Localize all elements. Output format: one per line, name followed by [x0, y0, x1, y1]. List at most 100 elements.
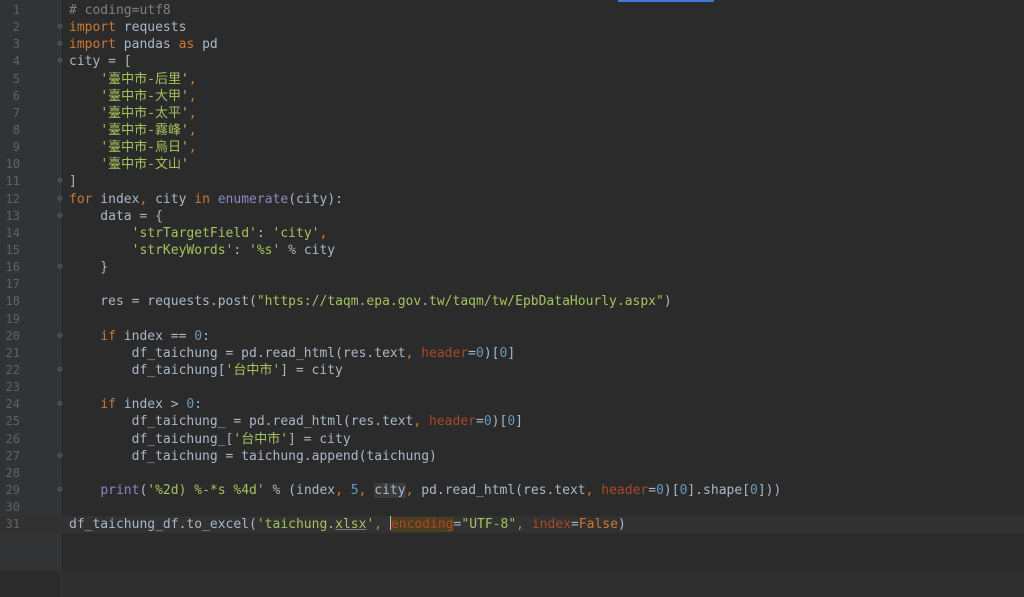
- code-line[interactable]: 14 'strTargetField': 'city',: [0, 225, 1024, 242]
- code-line[interactable]: 27 ⊖ df_taichung = taichung.append(taichu…: [0, 448, 1024, 465]
- code-text[interactable]: '臺中市-太平',: [69, 105, 196, 122]
- line-number: 13: [5, 208, 20, 223]
- code-text[interactable]: df_taichung = taichung.append(taichung): [69, 448, 437, 465]
- fold-marker-icon[interactable]: ⊖: [56, 57, 64, 66]
- code-text[interactable]: '臺中市-霧峰',: [69, 122, 196, 139]
- fold-marker-icon[interactable]: ⊖: [56, 263, 64, 272]
- line-number: 14: [5, 225, 20, 240]
- code-text[interactable]: df_taichung_ = pd.read_html(res.text, he…: [69, 413, 523, 430]
- code-token: ,: [188, 140, 197, 156]
- code-token: ]: [69, 174, 77, 190]
- code-token: :: [233, 242, 250, 258]
- code-line[interactable]: 22 ⊖ df_taichung['台中市'] = city: [0, 362, 1024, 379]
- code-token: '臺中市-文山': [100, 157, 189, 173]
- code-text[interactable]: if index == 0:: [69, 328, 210, 345]
- code-text[interactable]: df_taichung['台中市'] = city: [69, 362, 343, 379]
- code-line[interactable]: 20 ⊖ if index == 0:: [0, 328, 1024, 345]
- code-token: False: [578, 517, 618, 533]
- code-line[interactable]: 13 ⊖ data = {: [0, 208, 1024, 225]
- code-line[interactable]: 9 '臺中市-烏日',: [0, 139, 1024, 156]
- code-token: city = [: [69, 54, 132, 70]
- code-line[interactable]: 1 # coding=utf8: [0, 2, 1024, 19]
- code-text[interactable]: '臺中市-后里',: [69, 71, 196, 88]
- code-token: 0: [507, 414, 516, 430]
- code-text[interactable]: }: [69, 259, 108, 276]
- code-token: ): [663, 294, 672, 310]
- code-token: header: [421, 345, 469, 361]
- code-line[interactable]: 16 ⊖ }: [0, 259, 1024, 276]
- code-line[interactable]: 25 df_taichung_ = pd.read_html(res.text,…: [0, 413, 1024, 430]
- code-token: 'taichung.: [256, 517, 336, 533]
- code-line[interactable]: 4 ⊖ city = [: [0, 53, 1024, 70]
- code-line[interactable]: 11 ⊖]: [0, 173, 1024, 190]
- code-text[interactable]: ]: [69, 173, 77, 190]
- code-token: :: [202, 328, 210, 344]
- code-text[interactable]: if index > 0:: [69, 396, 202, 413]
- code-text[interactable]: df_taichung = pd.read_html(res.text, hea…: [69, 345, 516, 362]
- fold-marker-icon[interactable]: ⊖: [56, 365, 64, 375]
- code-text[interactable]: # coding=utf8: [69, 2, 171, 19]
- code-line[interactable]: 24 ⊖ if index > 0:: [0, 396, 1024, 413]
- fold-marker-icon[interactable]: ⊖: [56, 400, 64, 409]
- code-line[interactable]: 15 'strKeyWords': '%s' % city: [0, 242, 1024, 259]
- code-token: index >: [115, 397, 187, 413]
- code-line[interactable]: 31 df_taichung_df.to_excel('taichung.xlsx…: [0, 516, 1024, 534]
- code-text[interactable]: '臺中市-烏日',: [69, 139, 197, 156]
- code-text[interactable]: df_taichung_df.to_excel('taichung.xlsx',…: [69, 516, 626, 533]
- code-line[interactable]: 18 res = requests.post("https://taqm.epa…: [0, 293, 1024, 310]
- code-token: 'strTargetField': [131, 225, 257, 241]
- code-text[interactable]: 'strKeyWords': '%s' % city: [69, 242, 336, 259]
- fold-marker-icon[interactable]: ⊖: [56, 451, 64, 461]
- code-token: import: [69, 37, 116, 53]
- code-token: '臺中市-太平': [100, 105, 189, 121]
- fold-marker-icon[interactable]: ⊖: [56, 485, 64, 495]
- line-number: 30: [5, 500, 20, 515]
- code-line[interactable]: 10 '臺中市-文山': [0, 156, 1024, 173]
- code-line[interactable]: 28: [0, 465, 1024, 482]
- fold-marker-icon[interactable]: ⊖: [56, 177, 64, 186]
- code-token: city: [374, 482, 406, 498]
- code-line[interactable]: 12 ⊖ for index, city in enumerate(city):: [0, 191, 1024, 208]
- code-text[interactable]: data = {: [69, 208, 163, 225]
- editor-bottom-strip: [60, 571, 1024, 597]
- code-text[interactable]: res = requests.post("https://taqm.epa.go…: [69, 293, 672, 310]
- code-text[interactable]: city = [: [69, 53, 132, 70]
- code-line[interactable]: 19: [0, 311, 1024, 328]
- code-text[interactable]: import requests: [69, 19, 186, 36]
- code-token: "https://taqm.epa.gov.tw/taqm/tw/EpbData…: [256, 294, 664, 310]
- code-text[interactable]: '臺中市-大甲',: [69, 88, 196, 105]
- code-text[interactable]: df_taichung_['台中市'] = city: [69, 431, 351, 448]
- code-line[interactable]: 26 df_taichung_['台中市'] = city: [0, 431, 1024, 448]
- code-line[interactable]: 23: [0, 379, 1024, 396]
- code-line[interactable]: 3 ⊖ import pandas as pd: [0, 36, 1024, 53]
- fold-marker-icon[interactable]: ⊖: [56, 194, 64, 204]
- fold-marker-icon[interactable]: ⊖: [56, 331, 64, 341]
- code-text[interactable]: '臺中市-文山': [69, 156, 189, 173]
- code-line[interactable]: 30: [0, 499, 1024, 516]
- code-lines[interactable]: 1 # coding=utf8 2 ⊖ import requests 3 ⊖ import …: [0, 2, 1024, 534]
- code-line[interactable]: 2 ⊖ import requests: [0, 19, 1024, 36]
- code-text[interactable]: print('%2d) %-*s %4d' % (index, 5, city,…: [69, 482, 781, 499]
- code-token: ] = city: [288, 431, 351, 447]
- code-line[interactable]: 7 '臺中市-太平',: [0, 105, 1024, 122]
- fold-marker-icon[interactable]: ⊖: [56, 211, 64, 221]
- code-line[interactable]: 17: [0, 276, 1024, 293]
- code-line[interactable]: 21 df_taichung = pd.read_html(res.text, …: [0, 345, 1024, 362]
- code-token: ,: [405, 482, 422, 498]
- code-line[interactable]: 5 '臺中市-后里',: [0, 71, 1024, 88]
- fold-marker-icon[interactable]: ⊖: [56, 23, 64, 32]
- code-line[interactable]: 8 '臺中市-霧峰',: [0, 122, 1024, 139]
- line-number: 11: [5, 174, 20, 189]
- code-editor[interactable]: 1 # coding=utf8 2 ⊖ import requests 3 ⊖ import …: [0, 0, 1024, 597]
- code-line[interactable]: 29 ⊖ print('%2d) %-*s %4d' % (index, 5, c…: [0, 482, 1024, 499]
- code-text[interactable]: import pandas as pd: [69, 36, 218, 53]
- fold-marker-icon[interactable]: ⊖: [56, 40, 64, 49]
- code-line[interactable]: 6 '臺中市-大甲',: [0, 88, 1024, 105]
- code-token: :: [256, 225, 273, 241]
- code-text[interactable]: for index, city in enumerate(city):: [69, 191, 343, 208]
- code-text[interactable]: 'strTargetField': 'city',: [69, 225, 328, 242]
